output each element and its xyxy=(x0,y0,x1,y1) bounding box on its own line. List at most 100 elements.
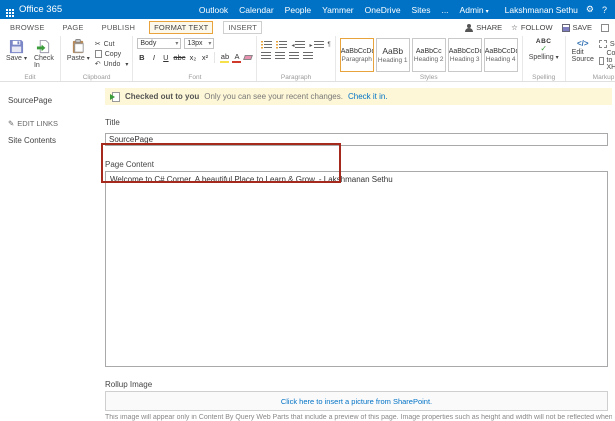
edit-source-button[interactable]: </> Edit Source xyxy=(570,38,596,64)
ribbon-group-edit: Save▾ Check In Edit xyxy=(0,36,61,81)
check-in-button[interactable]: Check In xyxy=(32,38,56,70)
title-input[interactable] xyxy=(105,133,608,146)
sidebar-page-name[interactable]: SourcePage xyxy=(8,96,103,105)
italic-button[interactable]: I xyxy=(149,53,158,62)
check-in-label: Check In xyxy=(34,55,54,69)
nav-admin[interactable]: Admin▾ xyxy=(460,5,489,15)
highlight-color-button[interactable]: ab xyxy=(220,52,229,63)
justify-icon[interactable] xyxy=(303,52,313,60)
style-name: Heading 4 xyxy=(486,56,516,63)
check-it-in-link[interactable]: Check it in. xyxy=(348,92,388,101)
status-message: Only you can see your recent changes. xyxy=(204,92,343,101)
insert-picture-link[interactable]: Click here to insert a picture from Shar… xyxy=(281,397,432,406)
spelling-label: Spelling xyxy=(529,54,554,61)
style-preview: AaBb xyxy=(382,46,403,56)
sidebar-item-site-contents[interactable]: Site Contents xyxy=(8,136,103,145)
style-preview: AaBbCcDd xyxy=(341,48,373,55)
help-icon[interactable]: ? xyxy=(602,5,607,15)
nav-onedrive[interactable]: OneDrive xyxy=(365,5,401,15)
tab-browse[interactable]: BROWSE xyxy=(6,22,49,33)
save-button[interactable]: Save▾ xyxy=(4,38,29,63)
office365-suite-bar: Office 365 Outlook Calendar People Yamme… xyxy=(0,0,615,19)
group-label-paragraph: Paragraph xyxy=(257,74,334,81)
undo-arrow-icon: ↶ xyxy=(95,60,101,68)
superscript-button[interactable]: x² xyxy=(200,53,209,62)
select-button[interactable]: Select▾ xyxy=(599,40,615,48)
ribbon-group-styles: AaBbCcDd Paragraph AaBb Heading 1 AaBbCc… xyxy=(336,36,523,81)
copy-label: Copy xyxy=(105,51,121,58)
star-icon: ☆ xyxy=(511,23,518,32)
clear-format-eraser-icon[interactable] xyxy=(244,55,254,60)
underline-button[interactable]: U xyxy=(161,53,170,62)
nav-yammer[interactable]: Yammer xyxy=(322,5,354,15)
numbered-list-icon[interactable] xyxy=(276,41,287,49)
suite-nav: Outlook Calendar People Yammer OneDrive … xyxy=(199,5,489,15)
edit-source-label: Edit Source xyxy=(572,49,594,63)
text-direction-button[interactable]: ¶ xyxy=(328,42,331,48)
align-right-icon[interactable] xyxy=(289,52,299,60)
undo-button[interactable]: ↶Undo▾ xyxy=(95,60,129,68)
ribbon-group-spelling: ABC ✓ Spelling▾ Spelling xyxy=(523,36,566,81)
tab-publish[interactable]: PUBLISH xyxy=(98,22,140,33)
style-name: Heading 3 xyxy=(450,56,480,63)
copy-icon xyxy=(95,50,102,58)
follow-button[interactable]: ☆FOLLOW xyxy=(511,23,552,32)
style-paragraph[interactable]: AaBbCcDd Paragraph xyxy=(340,38,374,72)
gear-icon[interactable]: ⚙ xyxy=(586,4,594,15)
document-icon xyxy=(599,57,604,65)
strikethrough-button[interactable]: abc xyxy=(173,53,185,62)
brand-title[interactable]: Office 365 xyxy=(19,4,62,15)
chevron-down-icon: ▾ xyxy=(24,56,27,62)
group-label-spelling: Spelling xyxy=(523,74,565,81)
scissors-icon: ✂ xyxy=(95,40,101,48)
style-heading-2[interactable]: AaBbCc Heading 2 xyxy=(412,38,446,72)
ribbon-group-paragraph: ◂ ▸ ¶ Paragraph xyxy=(257,36,335,81)
group-label-font: Font xyxy=(133,74,256,81)
font-family-select[interactable]: Body▾ xyxy=(137,38,181,49)
indent-button[interactable]: ▸ xyxy=(309,41,323,49)
nav-sites[interactable]: Sites xyxy=(412,5,431,15)
check-icon: ✓ xyxy=(540,45,547,53)
save-label: SAVE xyxy=(573,23,592,32)
style-heading-4[interactable]: AaBbCcDd Heading 4 xyxy=(484,38,518,72)
nav-people[interactable]: People xyxy=(285,5,311,15)
nav-more[interactable]: ... xyxy=(441,5,448,15)
chevron-down-icon: ▾ xyxy=(125,61,128,68)
font-size-select[interactable]: 13px▾ xyxy=(184,38,214,49)
code-icon: </> xyxy=(577,39,589,48)
page-content-editor[interactable]: Welcome to C# Corner. A beautiful Place … xyxy=(105,171,608,367)
page-content-label: Page Content xyxy=(105,160,612,169)
save-quick-button[interactable]: SAVE xyxy=(562,23,592,32)
divider xyxy=(214,52,215,63)
tab-insert[interactable]: INSERT xyxy=(223,21,262,34)
user-menu[interactable]: Lakshmanan Sethu xyxy=(505,5,578,15)
app-launcher-icon[interactable] xyxy=(6,9,8,11)
share-button[interactable]: SHARE xyxy=(465,23,502,32)
nav-outlook[interactable]: Outlook xyxy=(199,5,228,15)
focus-on-content-icon[interactable] xyxy=(601,24,609,32)
chevron-down-icon: ▾ xyxy=(175,40,178,47)
style-heading-3[interactable]: AaBbCcDc Heading 3 xyxy=(448,38,482,72)
font-color-button[interactable]: A xyxy=(232,52,241,63)
align-left-icon[interactable] xyxy=(261,52,271,60)
edit-links-button[interactable]: ✎ EDIT LINKS xyxy=(8,119,103,128)
chevron-down-icon: ▾ xyxy=(556,55,559,61)
rollup-image-label: Rollup Image xyxy=(105,380,612,389)
style-preview: AaBbCcDd xyxy=(485,48,517,55)
nav-calendar[interactable]: Calendar xyxy=(239,5,274,15)
outdent-button[interactable]: ◂ xyxy=(291,41,305,49)
bullet-list-icon[interactable] xyxy=(261,41,272,49)
ribbon-tab-bar: BROWSE PAGE PUBLISH FORMAT TEXT INSERT S… xyxy=(0,19,615,36)
subscript-button[interactable]: x₂ xyxy=(188,53,197,62)
copy-button[interactable]: Copy xyxy=(95,50,129,58)
align-center-icon[interactable] xyxy=(275,52,285,60)
bold-button[interactable]: B xyxy=(137,53,146,62)
tab-format-text[interactable]: FORMAT TEXT xyxy=(149,21,213,34)
page-content-text: Welcome to C# Corner. A beautiful Place … xyxy=(110,175,393,184)
paste-button[interactable]: Paste▾ xyxy=(65,38,92,63)
style-heading-1[interactable]: AaBb Heading 1 xyxy=(376,38,410,72)
spelling-button[interactable]: ABC ✓ Spelling▾ xyxy=(527,38,561,62)
cut-button[interactable]: ✂Cut xyxy=(95,40,129,48)
convert-to-xhtml-button[interactable]: Convert to XHTML xyxy=(599,50,615,71)
tab-page[interactable]: PAGE xyxy=(59,22,88,33)
